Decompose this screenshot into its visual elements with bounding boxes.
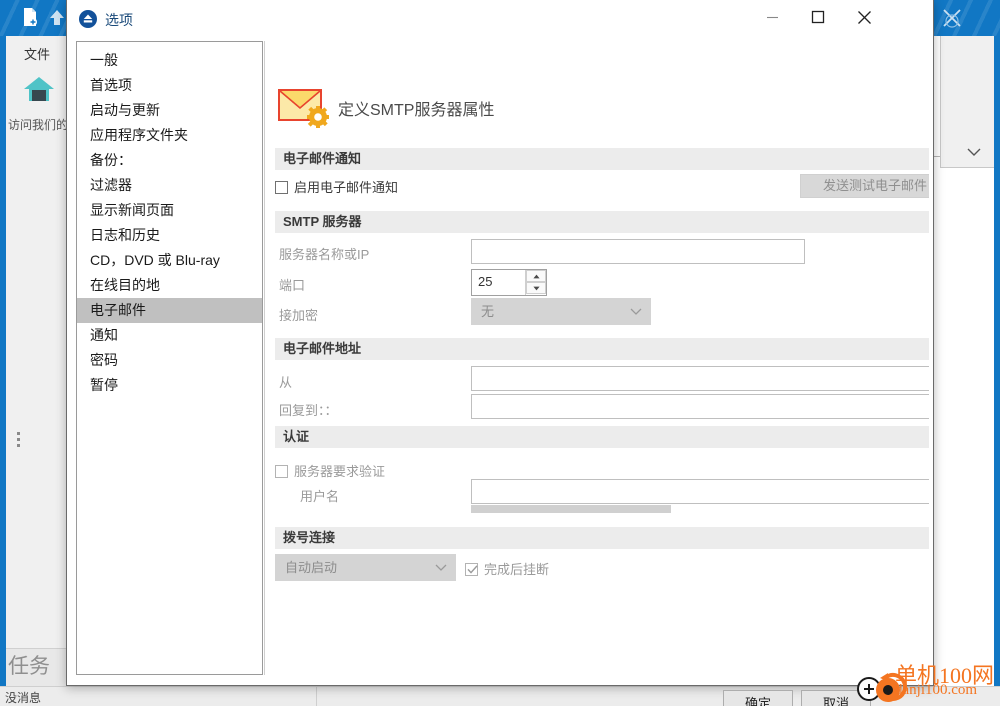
enable-email-notification-checkbox[interactable] (275, 181, 288, 194)
sidebar-item-startup-update[interactable]: 启动与更新 (77, 98, 262, 123)
sidebar-item-notifications[interactable]: 通知 (77, 323, 262, 348)
mail-gear-icon (278, 89, 329, 128)
close-icon (857, 10, 871, 24)
password-row-clipped[interactable] (471, 505, 671, 513)
new-document-icon[interactable] (22, 7, 38, 27)
smtp-encryption-select[interactable]: 无 (471, 298, 651, 325)
screen: 文件 访问我们的 任务 没消息 选项 一般 首选项 启动与更新 应用程序文件夹 … (0, 0, 1000, 706)
close-button[interactable] (841, 0, 887, 34)
group-header-authentication: 认证 (275, 426, 929, 448)
email-settings-pane: 定义SMTP服务器属性 电子邮件通知 启用电子邮件通知 发送测试电子邮件 SMT… (264, 41, 929, 675)
dialog-footer: 确定 取消 (67, 682, 933, 706)
sidebar-item-email[interactable]: 电子邮件 (77, 298, 262, 323)
watermark-line2: danji100.com (895, 682, 978, 698)
background-left-panel: 文件 访问我们的 (6, 36, 68, 648)
sidebar-item-filters[interactable]: 过滤器 (77, 173, 262, 198)
chevron-down-icon (630, 308, 642, 315)
hangup-when-done-checkbox[interactable] (465, 563, 478, 576)
sidebar-item-online-destinations[interactable]: 在线目的地 (77, 273, 262, 298)
smtp-host-label: 服务器名称或IP (279, 247, 370, 262)
sidebar-item-logs-history[interactable]: 日志和历史 (77, 223, 262, 248)
up-arrow-icon[interactable] (48, 8, 66, 27)
sidebar-item-general[interactable]: 一般 (77, 48, 262, 73)
toolbar-icon-3[interactable] (940, 6, 964, 30)
caret-down-icon (532, 286, 540, 290)
group-header-smtp: SMTP 服务器 (275, 211, 929, 233)
sidebar-item-backup[interactable]: 备份： (77, 148, 262, 173)
hangup-when-done-label: 完成后挂断 (484, 562, 550, 577)
require-auth-row[interactable]: 服务器要求验证 (275, 461, 385, 480)
smtp-port-spin-buttons[interactable] (525, 270, 546, 295)
require-auth-checkbox[interactable] (275, 465, 288, 478)
maximize-icon (811, 10, 825, 24)
enable-email-notification-label: 启用电子邮件通知 (294, 180, 399, 195)
spin-down-button[interactable] (526, 282, 546, 294)
sidebar-item-news-page[interactable]: 显示新闻页面 (77, 198, 262, 223)
minimize-button[interactable] (749, 0, 795, 34)
background-right-blank (940, 168, 1000, 678)
sidebar-item-optical-media[interactable]: CD，DVD 或 Blu-ray (77, 248, 262, 273)
status-message: 没消息 (5, 691, 42, 705)
group-header-notification: 电子邮件通知 (275, 148, 929, 170)
require-auth-label: 服务器要求验证 (294, 464, 386, 479)
smtp-port-value[interactable]: 25 (478, 274, 492, 289)
file-tab[interactable]: 文件 (6, 44, 68, 63)
sidebar-item-app-folders[interactable]: 应用程序文件夹 (77, 123, 262, 148)
group-header-email-address: 电子邮件地址 (275, 338, 929, 360)
options-dialog: 选项 一般 首选项 启动与更新 应用程序文件夹 备份： 过滤器 显示新闻页面 日… (66, 0, 934, 706)
chevron-down-icon[interactable] (967, 148, 981, 157)
tasks-label: 任务 (8, 655, 50, 678)
home-icon[interactable] (22, 74, 56, 104)
ok-button[interactable]: 确定 (723, 690, 793, 706)
options-category-list[interactable]: 一般 首选项 启动与更新 应用程序文件夹 备份： 过滤器 显示新闻页面 日志和历… (76, 41, 263, 675)
send-test-email-button[interactable]: 发送测试电子邮件 (800, 174, 929, 198)
smtp-host-input[interactable] (471, 239, 805, 264)
spin-up-button[interactable] (526, 270, 546, 282)
dialog-body: 一般 首选项 启动与更新 应用程序文件夹 备份： 过滤器 显示新闻页面 日志和历… (67, 38, 933, 706)
sidebar-item-password[interactable]: 密码 (77, 348, 262, 373)
watermark: 单机100网 danji100.com (855, 660, 1000, 706)
group-header-dialup: 拨号连接 (275, 527, 929, 549)
reply-to-input[interactable] (471, 394, 929, 419)
right-accent-rail (994, 36, 1000, 686)
caret-up-icon (532, 274, 540, 278)
splitter-handle[interactable] (17, 432, 21, 448)
page-title: 定义SMTP服务器属性 (338, 102, 495, 119)
dialog-title: 选项 (105, 12, 133, 28)
chevron-down-icon (435, 564, 447, 571)
from-label: 从 (279, 375, 293, 390)
username-input[interactable] (471, 479, 929, 504)
smtp-port-stepper[interactable]: 25 (471, 269, 547, 296)
hangup-when-done-row[interactable]: 完成后挂断 (465, 559, 549, 578)
sidebar-item-pause[interactable]: 暂停 (77, 373, 262, 398)
maximize-button[interactable] (795, 0, 841, 34)
from-address-input[interactable] (471, 366, 929, 391)
smtp-encryption-label: 接加密 (279, 308, 319, 323)
minimize-icon (766, 16, 778, 18)
dialup-mode-value: 自动启动 (285, 560, 338, 575)
dialog-titlebar: 选项 (67, 0, 933, 38)
sidebar-item-preferences[interactable]: 首选项 (77, 73, 262, 98)
smtp-port-label: 端口 (279, 278, 306, 293)
username-label: 用户名 (300, 489, 340, 504)
smtp-encryption-value: 无 (481, 304, 495, 319)
reply-to-label: 回复到：： (279, 403, 338, 418)
dialup-mode-select[interactable]: 自动启动 (275, 554, 456, 581)
eject-circle-icon (79, 10, 97, 28)
checkmark-icon (467, 565, 478, 574)
enable-email-notification-row[interactable]: 启用电子邮件通知 (275, 177, 398, 196)
